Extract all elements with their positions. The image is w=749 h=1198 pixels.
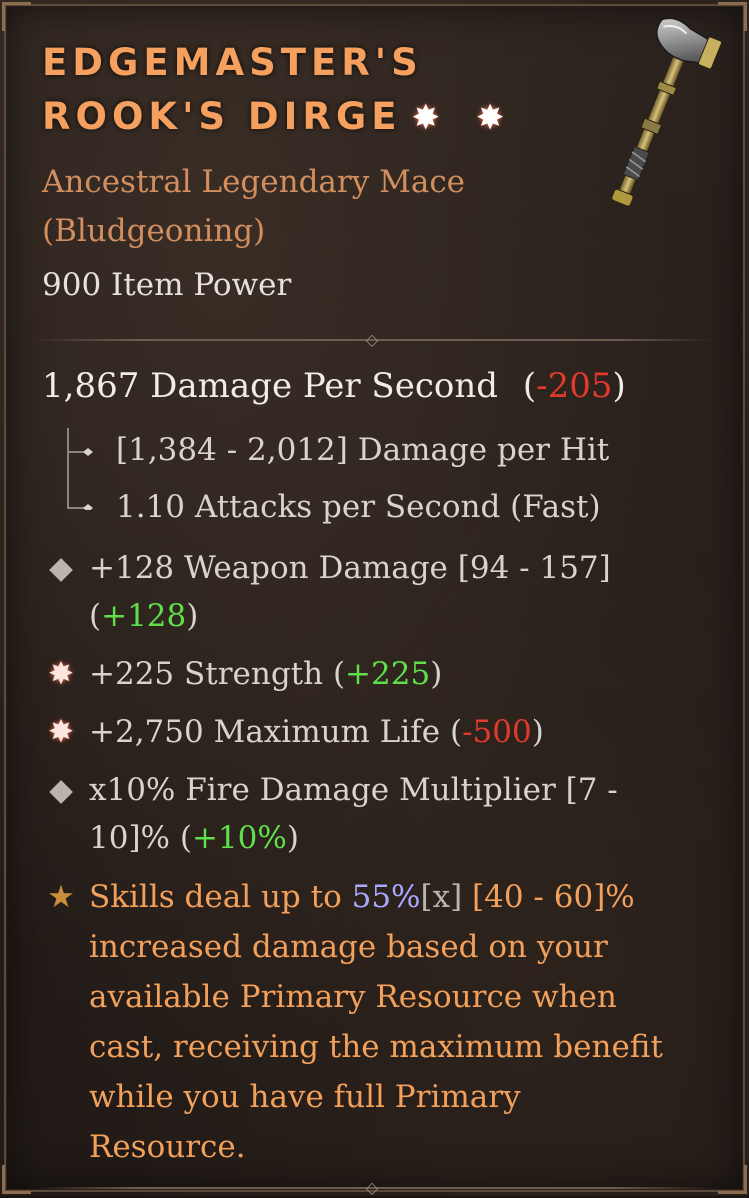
diamond-bullet-icon: ◆	[49, 550, 73, 586]
diamond-bullet-icon: ◆	[49, 772, 73, 808]
affix-delta: +10%	[191, 820, 287, 856]
dps-delta: -205	[536, 366, 613, 406]
aspect-value: 55%	[351, 879, 421, 915]
mace-icon	[611, 17, 723, 207]
affix-fire-multiplier: ◆ x10% Fire Damage Multiplier [7 - 10]% …	[42, 766, 662, 862]
greater-affix-icon: ✸	[48, 714, 74, 750]
frame-corner	[2, 1165, 31, 1194]
item-power: 900 Item Power	[42, 267, 292, 303]
greater-affix-icon: ✸	[48, 656, 74, 692]
dps-label: 1,867 Damage Per Second	[42, 366, 498, 406]
damage-per-hit: [1,384 - 2,012] Damage per Hit	[116, 432, 610, 468]
affix-weapon-damage: ◆ +128 Weapon Damage [94 - 157] (+128)	[42, 544, 662, 640]
divider: ◇	[34, 1178, 714, 1198]
frame-corner	[2, 2, 31, 31]
affix-delta: -500	[462, 714, 532, 750]
affix-delta: +128	[101, 598, 187, 634]
item-type: Ancestral Legendary Mace (Bludgeoning)	[42, 164, 466, 249]
stat-tree-lines	[67, 428, 93, 510]
legendary-aspect: ★ Skills deal up to 55%[x] [40 - 60]% in…	[42, 872, 672, 1172]
item-name: EDGEMASTER'S ROOK'S DIRGE ✸ ✸	[42, 36, 516, 145]
frame-corner	[718, 1165, 747, 1194]
greater-affix-icon: ✸ ✸	[411, 98, 517, 138]
item-name-line1: EDGEMASTER'S	[42, 41, 423, 84]
affix-strength: ✸ +225 Strength (+225)	[42, 650, 662, 698]
affix-max-life: ✸ +2,750 Maximum Life (-500)	[42, 708, 662, 756]
attacks-per-second: 1.10 Attacks per Second (Fast)	[116, 489, 601, 525]
affix-delta: +225	[345, 656, 431, 692]
legendary-star-icon: ★	[47, 879, 75, 915]
item-name-line2: ROOK'S DIRGE	[42, 95, 402, 138]
item-tooltip: EDGEMASTER'S ROOK'S DIRGE ✸ ✸ Ancestral …	[0, 0, 749, 1196]
divider: ◇	[34, 330, 714, 350]
damage-per-second: 1,867 Damage Per Second (-205)	[42, 366, 626, 406]
